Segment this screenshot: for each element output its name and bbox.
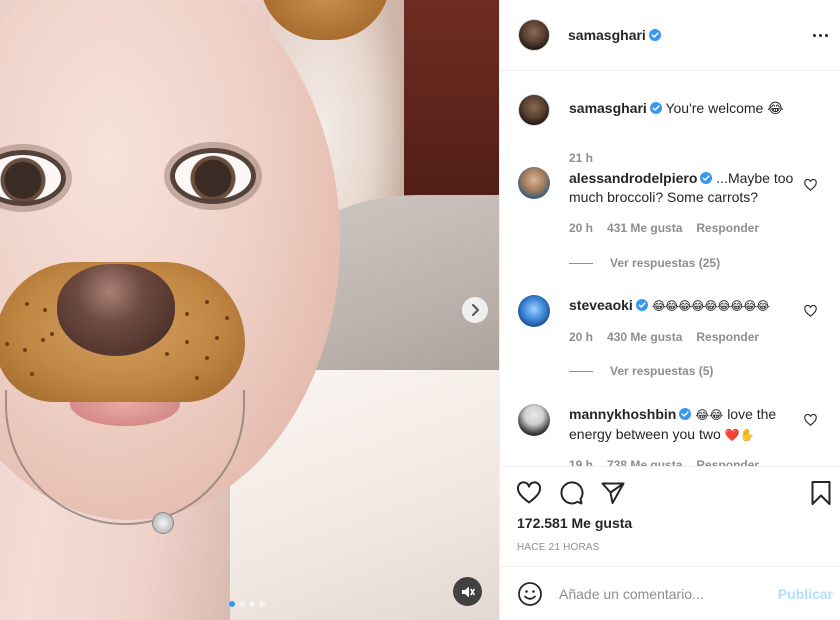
- carousel-dot: [259, 601, 265, 607]
- comment-time[interactable]: 20 h: [569, 330, 593, 344]
- view-replies-label: Ver respuestas (5): [610, 364, 714, 378]
- avatar[interactable]: [518, 94, 550, 126]
- post-media[interactable]: [0, 0, 499, 620]
- replies-divider: [569, 370, 593, 372]
- comment-icon[interactable]: [558, 480, 584, 506]
- avatar[interactable]: [518, 19, 550, 51]
- dog-filter-nose: [57, 264, 175, 356]
- chevron-right-icon: [472, 304, 479, 316]
- more-dot: [824, 33, 828, 37]
- likes-count[interactable]: 172.581 Me gusta: [517, 515, 632, 531]
- comment-body: alessandrodelpiero ...Maybe too much bro…: [569, 169, 809, 207]
- mute-toggle-button[interactable]: [453, 577, 482, 606]
- reply-button[interactable]: Responder: [696, 330, 759, 344]
- right-eye: [170, 148, 256, 204]
- comment-emoji: 😂😂😂😂😂😂😂😂😂: [651, 299, 770, 313]
- post-side-panel: samasghari samasghari You're welcome 😂 2…: [499, 0, 840, 620]
- like-comment-heart-icon[interactable]: [804, 414, 817, 426]
- comment-meta: 20 h 430 Me gusta Responder: [569, 330, 773, 344]
- caption: samasghari You're welcome 😂 21 h: [518, 94, 833, 165]
- comment-composer: Publicar: [500, 566, 840, 620]
- more-dot: [818, 33, 822, 37]
- like-comment-heart-icon[interactable]: [804, 305, 817, 317]
- emoji-icon[interactable]: [517, 581, 543, 607]
- comments-list[interactable]: samasghari You're welcome 😂 21 h alessan…: [500, 72, 840, 466]
- comment-body: mannykhoshbin 😂😂 love the energy between…: [569, 405, 809, 445]
- comment-body: steveaoki 😂😂😂😂😂😂😂😂😂: [569, 296, 809, 316]
- replies-divider: [569, 262, 593, 264]
- caption-emoji: 😂: [767, 100, 784, 116]
- heart-icon[interactable]: [516, 480, 542, 506]
- reply-button[interactable]: Responder: [696, 221, 759, 235]
- bookmark-icon[interactable]: [808, 480, 834, 506]
- more-dot: [812, 33, 816, 37]
- carousel-dot: [229, 601, 235, 607]
- comment-likes[interactable]: 430 Me gusta: [607, 330, 682, 344]
- comment-time[interactable]: 20 h: [569, 221, 593, 235]
- verified-badge-icon: [700, 172, 713, 184]
- comment-username[interactable]: steveaoki: [569, 297, 633, 313]
- carousel-indicator: [229, 601, 265, 607]
- carousel-next-button[interactable]: [462, 297, 488, 323]
- necklace-pendant: [152, 512, 174, 534]
- view-replies-button[interactable]: Ver respuestas (5): [569, 364, 713, 378]
- comment-username[interactable]: alessandrodelpiero: [569, 170, 697, 186]
- verified-badge-icon: [679, 408, 692, 420]
- avatar[interactable]: [518, 295, 550, 327]
- caption-time[interactable]: 21 h: [569, 151, 593, 165]
- comment-item: mannykhoshbin 😂😂 love the energy between…: [518, 404, 833, 466]
- publish-button[interactable]: Publicar: [778, 586, 833, 602]
- caption-meta: 21 h: [569, 151, 607, 165]
- comment-likes[interactable]: 431 Me gusta: [607, 221, 682, 235]
- comment-item: alessandrodelpiero ...Maybe too much bro…: [518, 167, 833, 277]
- caption-body: samasghari You're welcome 😂: [569, 99, 809, 118]
- comment-input[interactable]: [559, 586, 769, 602]
- like-comment-heart-icon[interactable]: [804, 179, 817, 191]
- reply-button[interactable]: Responder: [696, 458, 759, 466]
- verified-badge-icon: [648, 29, 661, 41]
- muted-speaker-icon: [461, 586, 475, 597]
- caption-text: You're welcome: [665, 100, 764, 116]
- comment-username[interactable]: mannykhoshbin: [569, 406, 676, 422]
- view-replies-label: Ver respuestas (25): [610, 256, 721, 270]
- comment-emoji-tail: ❤️✋: [724, 428, 755, 442]
- verified-badge-icon: [649, 102, 662, 114]
- carousel-dot: [249, 601, 255, 607]
- comment-likes[interactable]: 738 Me gusta: [607, 458, 682, 466]
- comment-emoji-lead: 😂😂: [695, 408, 724, 422]
- comment-meta: 19 h 738 Me gusta Responder: [569, 458, 773, 466]
- avatar[interactable]: [518, 167, 550, 199]
- post-header: samasghari: [500, 0, 840, 71]
- avatar[interactable]: [518, 404, 550, 436]
- more-options-button[interactable]: [809, 26, 831, 44]
- comment-meta: 20 h 431 Me gusta Responder: [569, 221, 773, 235]
- caption-username[interactable]: samasghari: [569, 100, 647, 116]
- share-icon[interactable]: [600, 480, 626, 506]
- comment-time[interactable]: 19 h: [569, 458, 593, 466]
- verified-badge-icon: [635, 299, 648, 311]
- necklace: [5, 390, 245, 525]
- carousel-dot: [239, 601, 245, 607]
- post-actions: 172.581 Me gusta HACE 21 HORAS Publicar: [500, 466, 840, 620]
- comment-item: steveaoki 😂😂😂😂😂😂😂😂😂 20 h 430 Me gusta Resp…: [518, 295, 833, 385]
- view-replies-button[interactable]: Ver respuestas (25): [569, 256, 720, 270]
- post-time-ago[interactable]: HACE 21 HORAS: [517, 542, 600, 553]
- author-username[interactable]: samasghari: [568, 27, 646, 43]
